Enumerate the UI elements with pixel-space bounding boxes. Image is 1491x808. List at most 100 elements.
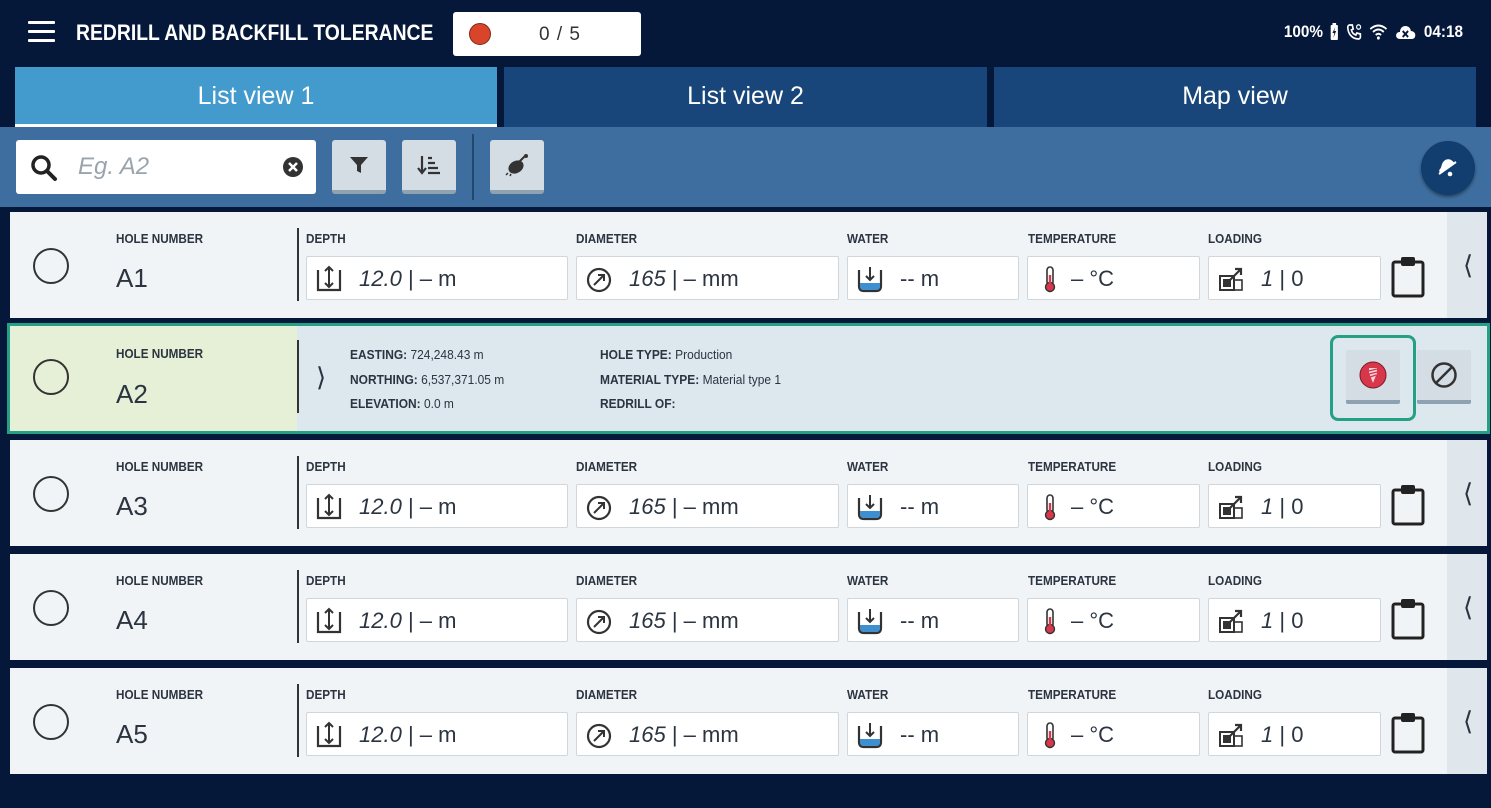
loading-field[interactable]: 1 | 0 [1208, 484, 1381, 528]
depth-field[interactable]: 12.0 | – m [306, 484, 568, 528]
loading-actual: | 0 [1273, 722, 1304, 747]
loading-value: 1 [1261, 722, 1274, 747]
water-field[interactable]: -- m [847, 712, 1019, 756]
water-label: WATER [847, 459, 889, 474]
expand-chevron-icon: ⟨ [1463, 706, 1474, 736]
depth-icon [316, 721, 342, 748]
water-value: -- m [900, 608, 940, 633]
depth-field[interactable]: 12.0 | – m [306, 712, 568, 756]
temperature-field[interactable]: – °C [1027, 598, 1200, 642]
diameter-actual: | – mm [665, 722, 739, 747]
diameter-actual: | – mm [665, 494, 739, 519]
sort-button[interactable] [402, 140, 456, 194]
satellite-button[interactable] [490, 140, 544, 194]
clipboard-icon [1391, 257, 1425, 298]
select-hole-radio[interactable] [33, 359, 69, 395]
temperature-value: – °C [1071, 608, 1115, 633]
hole-row[interactable]: HOLE NUMBER A1 DEPTH 12.0 | – m DIAMETER… [10, 212, 1487, 318]
temperature-field[interactable]: – °C [1027, 256, 1200, 300]
notification-button[interactable] [1421, 141, 1475, 195]
diameter-value: 165 [629, 608, 666, 633]
expand-row-button[interactable]: ⟨ [1447, 554, 1487, 660]
temperature-label: TEMPERATURE [1028, 687, 1117, 702]
expand-row-button[interactable]: ⟨ [1447, 668, 1487, 774]
row-divider [297, 684, 299, 757]
tab-map-view[interactable]: Map view [994, 67, 1476, 127]
status-dot-icon [469, 23, 491, 45]
hole-type-info: HOLE TYPE: Production [600, 347, 733, 362]
water-field[interactable]: -- m [847, 598, 1019, 642]
top-bar: REDRILL AND BACKFILL TOLERANCE 0 / 5 100… [0, 0, 1491, 67]
collapse-chevron-icon[interactable]: ⟩ [316, 362, 326, 393]
hole-number-label: HOLE NUMBER [116, 573, 204, 588]
row-divider [297, 570, 299, 643]
depth-field[interactable]: 12.0 | – m [306, 256, 568, 300]
depth-label: DEPTH [306, 459, 346, 474]
water-label: WATER [847, 573, 889, 588]
expand-chevron-icon: ⟨ [1463, 592, 1474, 622]
loading-field[interactable]: 1 | 0 [1208, 598, 1381, 642]
water-field[interactable]: -- m [847, 256, 1019, 300]
toolbar-divider [472, 134, 474, 200]
redrill-button[interactable] [1346, 350, 1400, 404]
block-icon [1431, 362, 1457, 388]
temperature-value: – °C [1071, 494, 1115, 519]
expand-row-button[interactable]: ⟨ [1447, 212, 1487, 318]
hole-row[interactable]: HOLE NUMBER A3 DEPTH 12.0 | – m DIAMETER… [10, 440, 1487, 546]
hole-row[interactable]: HOLE NUMBER A5 DEPTH 12.0 | – m DIAMETER… [10, 668, 1487, 774]
filter-button[interactable] [332, 140, 386, 194]
search-input[interactable] [78, 150, 268, 184]
temperature-value: – °C [1071, 722, 1115, 747]
depth-icon [316, 607, 342, 634]
loading-field[interactable]: 1 | 0 [1208, 256, 1381, 300]
clipboard-button[interactable] [1390, 484, 1426, 531]
hole-row[interactable]: HOLE NUMBER A4 DEPTH 12.0 | – m DIAMETER… [10, 554, 1487, 660]
progress-count: 0 / 5 [539, 24, 581, 45]
clipboard-icon [1391, 713, 1425, 754]
loading-icon [1219, 495, 1243, 519]
clipboard-button[interactable] [1390, 256, 1426, 303]
select-hole-radio[interactable] [33, 248, 69, 284]
thermometer-icon [1044, 608, 1056, 635]
loading-icon [1219, 723, 1243, 747]
loading-actual: | 0 [1273, 266, 1304, 291]
diameter-field[interactable]: 165 | – mm [576, 598, 839, 642]
search-icon [31, 155, 57, 181]
expand-chevron-icon: ⟨ [1463, 478, 1474, 508]
loading-label: LOADING [1208, 459, 1262, 474]
tab-list-view-1[interactable]: List view 1 [15, 67, 497, 127]
water-field[interactable]: -- m [847, 484, 1019, 528]
tab-list-view-2[interactable]: List view 2 [504, 67, 987, 127]
diameter-field[interactable]: 165 | – mm [576, 256, 839, 300]
select-hole-radio[interactable] [33, 476, 69, 512]
battery-level: 100% [1283, 22, 1324, 41]
select-hole-radio[interactable] [33, 590, 69, 626]
loading-label: LOADING [1208, 687, 1262, 702]
menu-icon[interactable] [28, 21, 55, 44]
progress-indicator[interactable]: 0 / 5 [453, 12, 641, 56]
diameter-field[interactable]: 165 | – mm [576, 484, 839, 528]
diameter-actual: | – mm [665, 608, 739, 633]
loading-label: LOADING [1208, 573, 1262, 588]
select-hole-radio[interactable] [33, 704, 69, 740]
loading-actual: | 0 [1273, 608, 1304, 633]
water-value: -- m [900, 266, 940, 291]
cloud-off-icon [1396, 26, 1416, 39]
clipboard-button[interactable] [1390, 712, 1426, 759]
temperature-field[interactable]: – °C [1027, 712, 1200, 756]
row-divider [297, 340, 299, 413]
page-title: REDRILL AND BACKFILL TOLERANCE [76, 20, 434, 45]
depth-field[interactable]: 12.0 | – m [306, 598, 568, 642]
diameter-field[interactable]: 165 | – mm [576, 712, 839, 756]
clipboard-button[interactable] [1390, 598, 1426, 645]
expand-row-button[interactable]: ⟨ [1447, 440, 1487, 546]
hole-row-expanded[interactable]: HOLE NUMBER A2 ⟩ EASTING: 724,248.43 m N… [7, 323, 1490, 434]
clear-search-icon[interactable] [282, 156, 304, 178]
temperature-field[interactable]: – °C [1027, 484, 1200, 528]
depth-actual: | – m [401, 494, 457, 519]
hole-number-label: HOLE NUMBER [116, 687, 204, 702]
loading-field[interactable]: 1 | 0 [1208, 712, 1381, 756]
cancel-hole-button[interactable] [1417, 350, 1471, 404]
depth-icon [316, 493, 342, 520]
water-value: -- m [900, 722, 940, 747]
